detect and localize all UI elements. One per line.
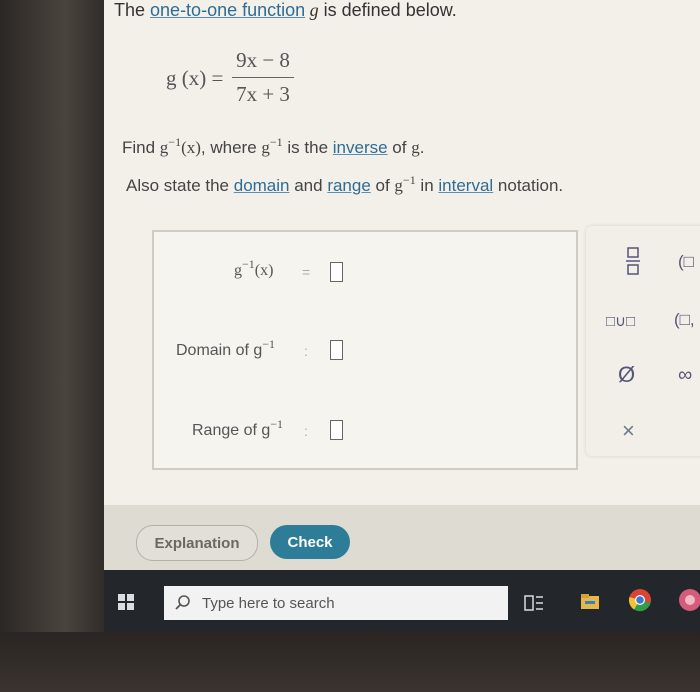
inverse-link[interactable]: inverse <box>333 138 388 157</box>
taskbar-search-box[interactable]: Type here to search <box>164 586 508 620</box>
monitor-bezel-bottom <box>0 632 700 692</box>
infinity-button[interactable]: ∞ <box>678 364 692 387</box>
search-icon <box>175 595 190 610</box>
find-inverse-prompt: Find g−1(x), where g−1 is the inverse of… <box>122 135 425 157</box>
range-answer-input[interactable] <box>330 420 343 440</box>
range-link[interactable]: range <box>327 176 370 195</box>
answer-area: g−1(x) = Domain of g−1 : Range of g−1 : <box>152 230 578 470</box>
equals-sign: = <box>302 264 311 280</box>
explanation-button[interactable]: Explanation <box>136 525 258 561</box>
inverse-answer-input[interactable] <box>330 262 343 282</box>
domain-answer-input[interactable] <box>330 340 343 360</box>
range-separator: : <box>304 423 308 439</box>
task-view-icon[interactable] <box>524 594 544 612</box>
open-interval-button[interactable]: (□ <box>678 252 694 272</box>
screen: The one-to-one function g is defined bel… <box>104 0 700 632</box>
domain-range-prompt: Also state the domain and range of g−1 i… <box>126 173 564 195</box>
question-panel: The one-to-one function g is defined bel… <box>104 0 700 505</box>
clear-button[interactable]: × <box>622 418 635 444</box>
windows-start-icon[interactable] <box>118 594 134 610</box>
function-fraction: 9x − 8 7x + 3 <box>232 48 294 107</box>
windows-taskbar: Type here to search <box>104 570 700 632</box>
check-button[interactable]: Check <box>270 525 350 559</box>
function-lhs: g (x) = <box>166 66 224 90</box>
search-placeholder: Type here to search <box>202 594 335 612</box>
empty-set-button[interactable]: Ø <box>618 362 635 388</box>
fraction-icon <box>626 247 640 275</box>
fraction-numerator: 9x − 8 <box>236 48 290 72</box>
interval-pair-button[interactable]: (□, <box>674 310 695 330</box>
app-icon[interactable] <box>678 588 700 612</box>
file-explorer-icon[interactable] <box>580 592 600 610</box>
domain-label: Domain of g−1 <box>176 337 276 359</box>
fraction-button[interactable] <box>620 246 646 280</box>
math-palette: (□ □∪□ (□, Ø ∞ × <box>586 226 700 456</box>
one-to-one-function-link[interactable]: one-to-one function <box>150 0 305 20</box>
domain-link[interactable]: domain <box>234 176 290 195</box>
action-bar: Explanation Check <box>104 505 700 570</box>
interval-link[interactable]: interval <box>438 176 493 195</box>
question-intro: The one-to-one function g is defined bel… <box>114 0 457 20</box>
monitor-bezel-left <box>0 0 108 692</box>
range-label: Range of g−1 <box>192 417 284 439</box>
union-button[interactable]: □∪□ <box>606 312 635 330</box>
fraction-denominator: 7x + 3 <box>236 82 290 106</box>
inverse-function-label: g−1(x) <box>234 257 274 279</box>
chrome-icon[interactable] <box>628 588 652 612</box>
domain-separator: : <box>304 343 308 359</box>
